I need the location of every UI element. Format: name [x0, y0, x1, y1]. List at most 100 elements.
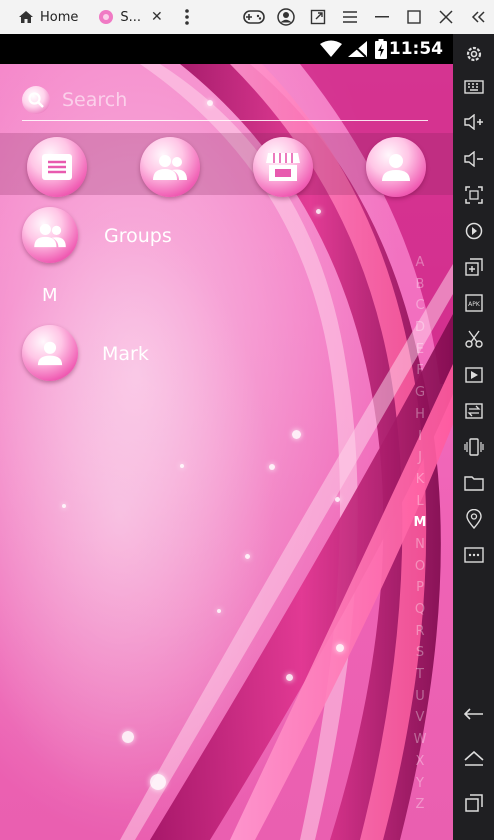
sparkle — [286, 674, 293, 681]
screenshot-icon[interactable] — [453, 180, 494, 210]
index-letter[interactable]: C — [408, 295, 432, 317]
svg-text:APK: APK — [468, 301, 481, 308]
shake-icon[interactable] — [453, 432, 494, 462]
volume-up-icon[interactable] — [453, 107, 494, 137]
scissors-icon[interactable] — [453, 324, 494, 354]
groups-label: Groups — [104, 225, 172, 247]
multi-instance-icon[interactable] — [453, 252, 494, 282]
sparkle — [217, 609, 221, 613]
sparkle — [335, 497, 340, 502]
index-letter[interactable]: J — [408, 447, 432, 469]
back-icon[interactable] — [453, 700, 494, 730]
close-tab-icon[interactable]: ✕ — [151, 9, 163, 25]
record-icon[interactable] — [453, 360, 494, 390]
location-icon[interactable] — [453, 504, 494, 534]
status-bar: 11:54 — [0, 34, 453, 64]
sparkle — [245, 554, 250, 559]
sparkle — [336, 644, 344, 652]
emulator-toolbar: Home S... ✕ — [0, 0, 494, 34]
maximize-icon[interactable] — [398, 0, 430, 34]
index-letter[interactable]: E — [408, 339, 432, 361]
popout-icon[interactable] — [302, 0, 334, 34]
groups-avatar — [22, 207, 78, 263]
tab-store[interactable] — [253, 137, 313, 197]
index-letter[interactable]: I — [408, 426, 432, 448]
wifi-icon — [320, 40, 342, 62]
search-underline — [22, 120, 428, 121]
index-letter[interactable]: Q — [408, 599, 432, 621]
gamepad-icon[interactable] — [238, 0, 270, 34]
sparkle — [269, 464, 275, 470]
more-icon[interactable] — [453, 540, 494, 570]
tab-contacts[interactable] — [366, 137, 426, 197]
sparkle — [150, 774, 166, 790]
person-icon — [382, 154, 410, 181]
sparkle — [292, 430, 301, 439]
emulator-sidebar: APK — [453, 34, 494, 840]
settings-icon[interactable] — [453, 39, 494, 69]
recents-icon[interactable] — [453, 788, 494, 818]
index-letter[interactable]: H — [408, 404, 432, 426]
status-time: 11:54 — [388, 39, 443, 59]
signal-icon — [348, 40, 368, 62]
volume-down-icon[interactable] — [453, 144, 494, 174]
contact-name: Mark — [102, 343, 149, 365]
index-letter[interactable]: U — [408, 686, 432, 708]
sync-icon[interactable] — [453, 396, 494, 426]
index-letter[interactable]: W — [408, 729, 432, 751]
collapse-sidebar-icon[interactable] — [462, 0, 494, 34]
tab-bar — [0, 133, 453, 197]
person-icon — [37, 341, 63, 366]
apk-icon[interactable]: APK — [453, 288, 494, 318]
index-letter[interactable]: T — [408, 664, 432, 686]
menu-icon[interactable] — [334, 0, 366, 34]
contact-avatar — [22, 325, 78, 381]
sparkle — [180, 464, 184, 468]
people-icon — [34, 223, 66, 248]
search-input[interactable] — [60, 84, 424, 116]
keyboard-icon[interactable] — [453, 72, 494, 102]
home-tab-label: Home — [40, 9, 79, 25]
sparkle — [316, 209, 321, 214]
index-letter[interactable]: S — [408, 642, 432, 664]
folder-icon[interactable] — [453, 468, 494, 498]
index-letter[interactable]: P — [408, 577, 432, 599]
rotate-icon[interactable] — [453, 216, 494, 246]
app-tab[interactable]: S... ✕ — [90, 0, 170, 34]
battery-icon — [375, 39, 387, 63]
tab-list[interactable] — [27, 137, 87, 197]
section-header: M — [42, 285, 58, 306]
index-letter[interactable]: Y — [408, 773, 432, 795]
sparkle — [122, 731, 134, 743]
minimize-icon[interactable] — [366, 0, 398, 34]
index-letter[interactable]: X — [408, 751, 432, 773]
index-letter[interactable]: V — [408, 707, 432, 729]
index-letter[interactable]: B — [408, 274, 432, 296]
sparkle — [62, 504, 66, 508]
house-icon — [18, 9, 34, 25]
close-window-icon[interactable] — [430, 0, 462, 34]
index-letter[interactable]: K — [408, 469, 432, 491]
alphabet-index[interactable]: ABCDEFGHIJKLMNOPQRSTUVWXYZ — [408, 252, 432, 816]
tab-groups[interactable] — [140, 137, 200, 197]
more-vertical-icon[interactable] — [171, 0, 203, 34]
index-letter[interactable]: L — [408, 491, 432, 513]
app-flower-icon — [98, 9, 114, 25]
index-letter[interactable]: G — [408, 382, 432, 404]
index-letter[interactable]: D — [408, 317, 432, 339]
home-icon[interactable] — [453, 744, 494, 774]
people-icon — [153, 155, 187, 180]
index-letter[interactable]: O — [408, 556, 432, 578]
android-screen: 11:54 Search Groups M Mark A B C D E F G… — [0, 34, 453, 840]
index-letter[interactable]: R — [408, 621, 432, 643]
index-letter[interactable]: M — [408, 512, 432, 534]
home-tab[interactable]: Home — [0, 0, 86, 34]
index-letter[interactable]: N — [408, 534, 432, 556]
index-letter[interactable]: A — [408, 252, 432, 274]
index-letter[interactable]: Z — [408, 794, 432, 816]
account-icon[interactable] — [270, 0, 302, 34]
search-bar — [22, 84, 428, 122]
index-letter[interactable]: F — [408, 360, 432, 382]
store-icon — [266, 153, 300, 181]
search-icon[interactable] — [22, 86, 50, 114]
